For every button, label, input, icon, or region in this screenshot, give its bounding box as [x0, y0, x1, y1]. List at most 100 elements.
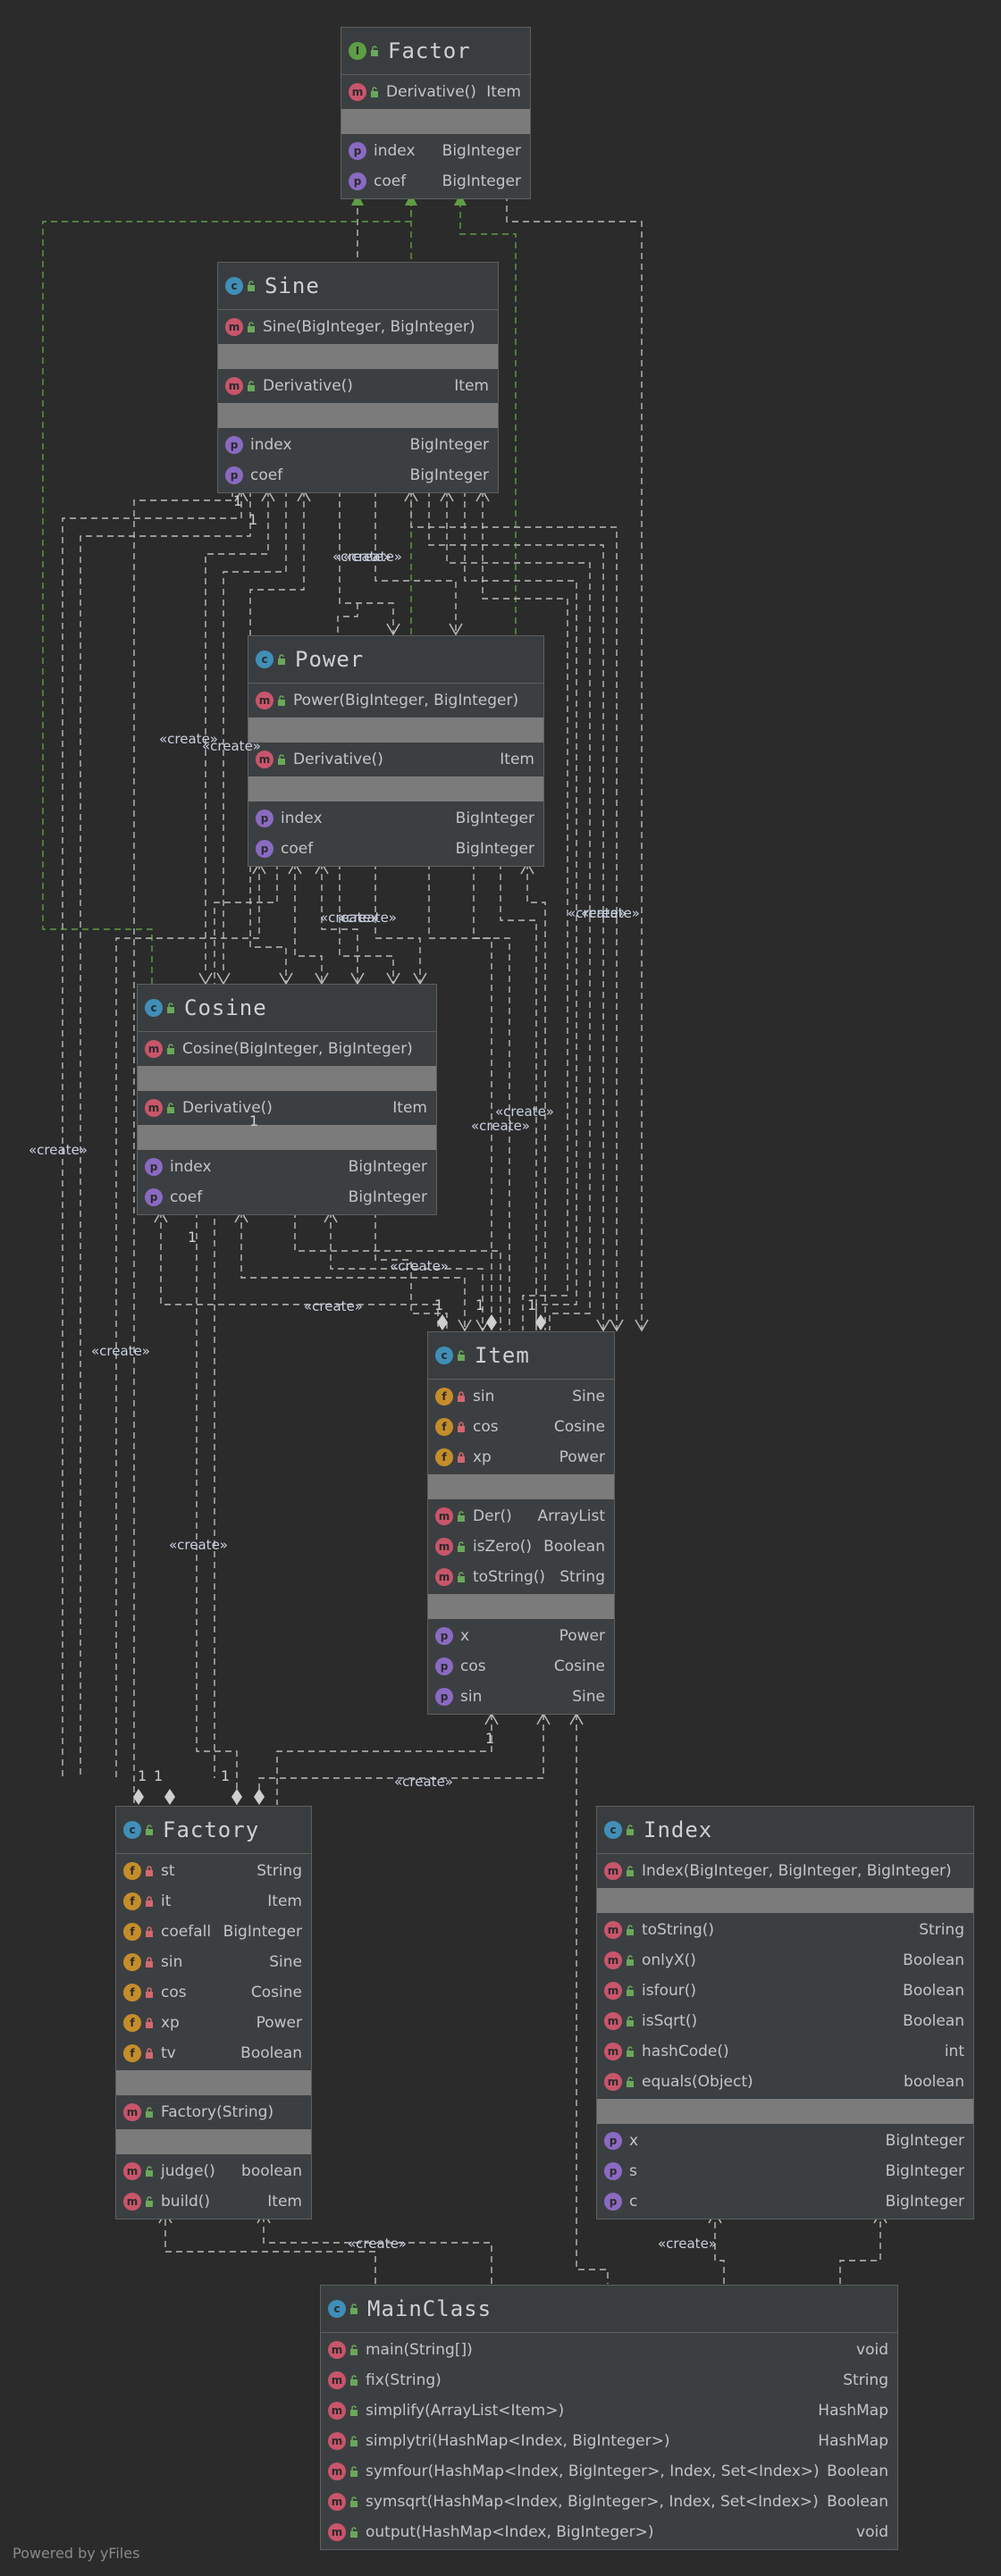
member-row[interactable]: m onlyX() Boolean	[597, 1945, 973, 1976]
member-row[interactable]: f sin Sine	[116, 1947, 311, 1977]
member-row[interactable]: m Derivative() Item	[138, 1093, 436, 1123]
public-lock-icon	[627, 1955, 634, 1966]
member-row[interactable]: m Index(BigInteger, BigInteger, BigInteg…	[597, 1856, 973, 1886]
public-lock-icon	[458, 1350, 465, 1361]
member-row[interactable]: m Power(BigInteger, BigInteger)	[248, 685, 543, 716]
member-row[interactable]: f coefall BigInteger	[116, 1917, 311, 1947]
class-cosine[interactable]: c Cosine m Cosine(BigInteger, BigInteger…	[137, 984, 437, 1215]
field-icon: f	[435, 1418, 453, 1436]
class-title: Sine	[265, 273, 320, 298]
edge-label-create: «create»	[202, 738, 261, 754]
section-separator	[116, 2070, 311, 2095]
class-mainclass-header: c MainClass	[321, 2286, 897, 2333]
class-icon: c	[604, 1821, 622, 1839]
member-row[interactable]: m judge() boolean	[116, 2156, 311, 2186]
public-lock-icon	[350, 2466, 358, 2477]
member-row[interactable]: m isfour() Boolean	[597, 1976, 973, 2006]
property-icon: p	[256, 840, 273, 858]
member-row[interactable]: m symsqrt(HashMap<Index, BigInteger>, In…	[321, 2487, 897, 2517]
private-lock-icon	[146, 1957, 153, 1968]
member-row[interactable]: m fix(String) String	[321, 2365, 897, 2396]
member-row[interactable]: f it Item	[116, 1886, 311, 1917]
section-separator	[248, 717, 543, 743]
member-type: Power	[559, 1448, 605, 1466]
field-icon: f	[123, 1862, 141, 1880]
member-name: simplytri(HashMap<Index, BigInteger>)	[366, 2432, 670, 2450]
member-row[interactable]: m Derivative() Item	[341, 77, 530, 107]
member-name: xp	[473, 1448, 492, 1466]
member-name: index	[281, 810, 323, 827]
member-row[interactable]: m isSqrt() Boolean	[597, 2006, 973, 2036]
public-lock-icon	[627, 1866, 634, 1876]
class-index[interactable]: c Index m Index(BigInteger, BigInteger, …	[596, 1806, 974, 2219]
create-edge	[464, 491, 577, 1330]
member-row[interactable]: m simplify(ArrayList<Item>) HashMap	[321, 2396, 897, 2426]
member-row[interactable]: m output(HashMap<Index, BigInteger>) voi…	[321, 2517, 897, 2547]
member-row[interactable]: f xp Power	[116, 2008, 311, 2038]
member-row[interactable]: p s BigInteger	[597, 2156, 973, 2186]
member-row[interactable]: p index BigInteger	[248, 803, 543, 834]
member-row[interactable]: m Derivative() Item	[248, 744, 543, 775]
member-row[interactable]: p c BigInteger	[597, 2186, 973, 2217]
class-title: Factory	[163, 1817, 260, 1842]
member-row[interactable]: m main(String[]) void	[321, 2335, 897, 2365]
field-icon: f	[123, 2044, 141, 2062]
member-row[interactable]: m Derivative() Item	[218, 371, 498, 401]
class-sine[interactable]: c Sine m Sine(BigInteger, BigInteger) m …	[217, 262, 499, 493]
member-name: index	[250, 436, 292, 454]
member-row[interactable]: m Factory(String)	[116, 2097, 311, 2127]
member-row[interactable]: f st String	[116, 1856, 311, 1886]
private-lock-icon	[146, 1926, 153, 1937]
member-row[interactable]: m Der() ArrayList	[428, 1501, 614, 1531]
member-row[interactable]: m isZero() Boolean	[428, 1531, 614, 1562]
member-row[interactable]: p x BigInteger	[597, 2126, 973, 2156]
member-name: isZero()	[473, 1538, 532, 1556]
member-name: cos	[473, 1418, 499, 1436]
method-icon: m	[604, 2043, 622, 2060]
member-row[interactable]: p coef BigInteger	[218, 460, 498, 491]
edge-label-create: «create»	[658, 2236, 717, 2252]
property-icon: p	[349, 142, 366, 160]
member-row[interactable]: m build() Item	[116, 2186, 311, 2217]
member-row[interactable]: f xp Power	[428, 1442, 614, 1473]
method-icon: m	[435, 1507, 453, 1525]
member-name: judge()	[161, 2162, 215, 2180]
static-method-icon: m	[328, 2493, 346, 2511]
property-icon: p	[256, 810, 273, 827]
member-row[interactable]: m equals(Object) boolean	[597, 2067, 973, 2097]
member-row[interactable]: m Cosine(BigInteger, BigInteger)	[138, 1034, 436, 1064]
member-row[interactable]: p coef BigInteger	[248, 834, 543, 864]
member-row[interactable]: f sin Sine	[428, 1381, 614, 1412]
member-row[interactable]: m Sine(BigInteger, BigInteger)	[218, 312, 498, 342]
member-row[interactable]: m symfour(HashMap<Index, BigInteger>, In…	[321, 2456, 897, 2487]
member-row[interactable]: p sin Sine	[428, 1682, 614, 1712]
class-item[interactable]: c Item f sin Sine f cos Cosine f xp Powe…	[427, 1331, 615, 1715]
section-separator	[138, 1125, 436, 1150]
member-row[interactable]: m hashCode() int	[597, 2036, 973, 2067]
member-row[interactable]: f cos Cosine	[116, 1977, 311, 2008]
class-mainclass[interactable]: c MainClass m main(String[]) void m fix(…	[320, 2285, 898, 2550]
member-row[interactable]: p index BigInteger	[218, 430, 498, 460]
member-row[interactable]: p cos Cosine	[428, 1651, 614, 1682]
member-row[interactable]: m toString() String	[428, 1562, 614, 1592]
section-separator	[138, 1066, 436, 1091]
create-edge	[337, 603, 358, 634]
class-factory[interactable]: c Factory f st String f it Item f coefal…	[115, 1806, 312, 2219]
member-row[interactable]: f cos Cosine	[428, 1412, 614, 1442]
member-row[interactable]: m toString() String	[597, 1915, 973, 1945]
member-type: boolean	[241, 2162, 302, 2180]
member-row[interactable]: p x Power	[428, 1621, 614, 1651]
member-row[interactable]: p index BigInteger	[138, 1152, 436, 1182]
class-factor[interactable]: I Factor m Derivative() Item p index Big…	[341, 27, 531, 199]
member-row[interactable]: m simplytri(HashMap<Index, BigInteger>) …	[321, 2426, 897, 2456]
class-power[interactable]: c Power m Power(BigInteger, BigInteger) …	[248, 635, 544, 867]
field-icon: f	[123, 1892, 141, 1910]
member-row[interactable]: p index BigInteger	[341, 136, 530, 166]
member-row[interactable]: f tv Boolean	[116, 2038, 311, 2068]
member-name: coef	[250, 466, 283, 484]
member-row[interactable]: p coef BigInteger	[138, 1182, 436, 1212]
public-lock-icon	[146, 2107, 153, 2118]
public-lock-icon	[627, 2077, 634, 2087]
property-icon: p	[225, 466, 243, 484]
member-row[interactable]: p coef BigInteger	[341, 166, 530, 197]
